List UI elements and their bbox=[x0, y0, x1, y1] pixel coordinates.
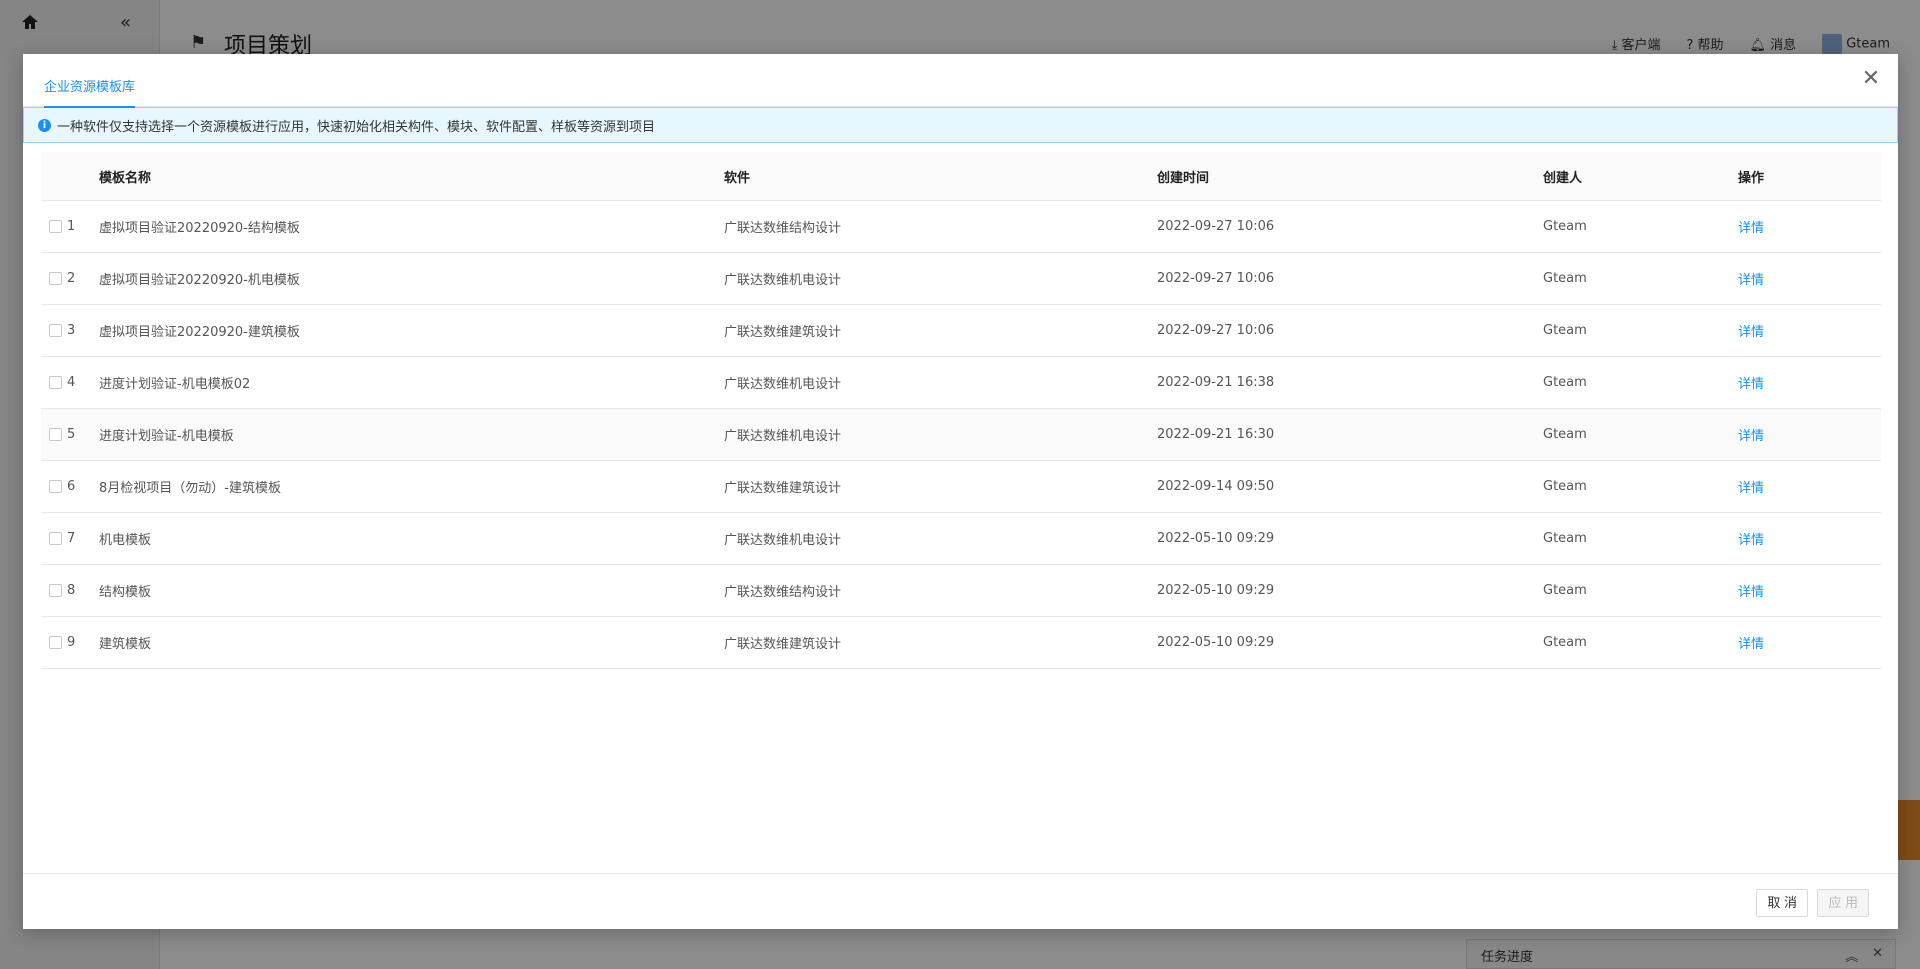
table-row[interactable]: 5 进度计划验证-机电模板 广联达数维机电设计 2022-09-21 16:30 Gte… bbox=[41, 409, 1881, 461]
row-checkbox-cell bbox=[41, 323, 67, 338]
info-icon: i bbox=[38, 118, 51, 132]
creator: Gteam bbox=[1543, 531, 1587, 546]
row-index: 1 bbox=[67, 219, 76, 234]
software-name: 广联达数维结构设计 bbox=[724, 221, 842, 236]
created-time: 2022-09-27 10:06 bbox=[1157, 271, 1275, 286]
table-row[interactable]: 7 机电模板 广联达数维机电设计 2022-05-10 09:29 Gteam 详情 bbox=[41, 513, 1881, 565]
row-checkbox[interactable] bbox=[49, 376, 62, 389]
row-checkbox-cell bbox=[41, 479, 67, 494]
column-header-action: 操作 bbox=[1738, 170, 1765, 186]
column-header-name: 模板名称 bbox=[99, 170, 152, 186]
row-checkbox[interactable] bbox=[49, 480, 62, 493]
row-index: 9 bbox=[67, 635, 76, 650]
row-index: 8 bbox=[67, 583, 76, 598]
template-name: 8月检视项目（勿动）-建筑模板 bbox=[99, 481, 281, 496]
creator: Gteam bbox=[1543, 479, 1587, 494]
row-checkbox[interactable] bbox=[49, 584, 62, 597]
details-link[interactable]: 详情 bbox=[1738, 481, 1764, 496]
template-name: 虚拟项目验证20220920-结构模板 bbox=[99, 221, 300, 236]
table-row[interactable]: 1 虚拟项目验证20220920-结构模板 广联达数维结构设计 2022-09-27 … bbox=[41, 201, 1881, 253]
column-header-created-time: 创建时间 bbox=[1157, 170, 1210, 186]
row-checkbox-cell bbox=[41, 271, 67, 286]
template-name: 机电模板 bbox=[99, 533, 152, 548]
row-checkbox[interactable] bbox=[49, 428, 62, 441]
table-row[interactable]: 3 虚拟项目验证20220920-建筑模板 广联达数维建筑设计 2022-09-27 … bbox=[41, 305, 1881, 357]
details-link[interactable]: 详情 bbox=[1738, 273, 1764, 288]
table-row[interactable]: 2 虚拟项目验证20220920-机电模板 广联达数维机电设计 2022-09-27 … bbox=[41, 253, 1881, 305]
software-name: 广联达数维机电设计 bbox=[724, 273, 842, 288]
row-checkbox[interactable] bbox=[49, 636, 62, 649]
template-table: 模板名称 软件 创建时间 创建人 操作 1 虚拟项目验证20220920-结构模板… bbox=[41, 152, 1881, 669]
details-link[interactable]: 详情 bbox=[1738, 221, 1764, 236]
software-name: 广联达数维机电设计 bbox=[724, 533, 842, 548]
software-name: 广联达数维机电设计 bbox=[724, 377, 842, 392]
created-time: 2022-09-27 10:06 bbox=[1157, 323, 1275, 338]
software-name: 广联达数维建筑设计 bbox=[724, 325, 842, 340]
modal-tabs: 企业资源模板库 ✕ bbox=[23, 54, 1898, 108]
template-name: 进度计划验证-机电模板02 bbox=[99, 377, 251, 392]
row-checkbox-cell bbox=[41, 427, 67, 442]
template-name: 建筑模板 bbox=[99, 637, 152, 652]
template-library-modal: 企业资源模板库 ✕ i 一种软件仅支持选择一个资源模板进行应用，快速初始化相关构… bbox=[23, 54, 1898, 929]
details-link[interactable]: 详情 bbox=[1738, 377, 1764, 392]
row-index: 7 bbox=[67, 531, 76, 546]
template-name: 结构模板 bbox=[99, 585, 152, 600]
row-index: 5 bbox=[67, 427, 76, 442]
created-time: 2022-09-27 10:06 bbox=[1157, 219, 1275, 234]
alert-text: 一种软件仅支持选择一个资源模板进行应用，快速初始化相关构件、模块、软件配置、样板… bbox=[57, 119, 656, 135]
table-row[interactable]: 6 8月检视项目（勿动）-建筑模板 广联达数维建筑设计 2022-09-14 09:5… bbox=[41, 461, 1881, 513]
software-name: 广联达数维建筑设计 bbox=[724, 481, 842, 496]
table-row[interactable]: 4 进度计划验证-机电模板02 广联达数维机电设计 2022-09-21 16:38 G… bbox=[41, 357, 1881, 409]
row-index: 2 bbox=[67, 271, 76, 286]
row-index: 6 bbox=[67, 479, 76, 494]
creator: Gteam bbox=[1543, 219, 1587, 234]
creator: Gteam bbox=[1543, 271, 1587, 286]
template-name: 进度计划验证-机电模板 bbox=[99, 429, 234, 444]
cancel-button[interactable]: 取 消 bbox=[1756, 889, 1808, 917]
creator: Gteam bbox=[1543, 635, 1587, 650]
row-checkbox[interactable] bbox=[49, 324, 62, 337]
software-name: 广联达数维机电设计 bbox=[724, 429, 842, 444]
row-checkbox-cell bbox=[41, 635, 67, 650]
tab-enterprise-templates[interactable]: 企业资源模板库 bbox=[44, 76, 136, 108]
created-time: 2022-05-10 09:29 bbox=[1157, 635, 1275, 650]
details-link[interactable]: 详情 bbox=[1738, 429, 1764, 444]
details-link[interactable]: 详情 bbox=[1738, 533, 1764, 548]
creator: Gteam bbox=[1543, 323, 1587, 338]
details-link[interactable]: 详情 bbox=[1738, 637, 1764, 652]
creator: Gteam bbox=[1543, 583, 1587, 598]
column-header-software: 软件 bbox=[724, 170, 751, 186]
row-index: 3 bbox=[67, 323, 76, 338]
created-time: 2022-09-21 16:30 bbox=[1157, 427, 1275, 442]
details-link[interactable]: 详情 bbox=[1738, 325, 1764, 340]
creator: Gteam bbox=[1543, 427, 1587, 442]
created-time: 2022-05-10 09:29 bbox=[1157, 531, 1275, 546]
modal-footer: 取 消 应 用 bbox=[23, 873, 1898, 929]
row-index: 4 bbox=[67, 375, 76, 390]
info-alert: i 一种软件仅支持选择一个资源模板进行应用，快速初始化相关构件、模块、软件配置、… bbox=[23, 107, 1898, 143]
table-row[interactable]: 8 结构模板 广联达数维结构设计 2022-05-10 09:29 Gteam 详情 bbox=[41, 565, 1881, 617]
close-icon[interactable]: ✕ bbox=[1858, 66, 1884, 92]
row-checkbox[interactable] bbox=[49, 272, 62, 285]
software-name: 广联达数维建筑设计 bbox=[724, 637, 842, 652]
column-header-creator: 创建人 bbox=[1543, 170, 1583, 186]
row-checkbox-cell bbox=[41, 583, 67, 598]
created-time: 2022-09-21 16:38 bbox=[1157, 375, 1275, 390]
row-checkbox[interactable] bbox=[49, 532, 62, 545]
table-row[interactable]: 9 建筑模板 广联达数维建筑设计 2022-05-10 09:29 Gteam 详情 bbox=[41, 617, 1881, 669]
apply-button[interactable]: 应 用 bbox=[1817, 889, 1869, 917]
created-time: 2022-05-10 09:29 bbox=[1157, 583, 1275, 598]
created-time: 2022-09-14 09:50 bbox=[1157, 479, 1275, 494]
template-name: 虚拟项目验证20220920-建筑模板 bbox=[99, 325, 300, 340]
software-name: 广联达数维结构设计 bbox=[724, 585, 842, 600]
table-body: 1 虚拟项目验证20220920-结构模板 广联达数维结构设计 2022-09-27 … bbox=[41, 201, 1881, 669]
details-link[interactable]: 详情 bbox=[1738, 585, 1764, 600]
row-checkbox[interactable] bbox=[49, 220, 62, 233]
template-name: 虚拟项目验证20220920-机电模板 bbox=[99, 273, 300, 288]
row-checkbox-cell bbox=[41, 531, 67, 546]
row-checkbox-cell bbox=[41, 219, 67, 234]
row-checkbox-cell bbox=[41, 375, 67, 390]
creator: Gteam bbox=[1543, 375, 1587, 390]
table-header: 模板名称 软件 创建时间 创建人 操作 bbox=[41, 152, 1881, 201]
